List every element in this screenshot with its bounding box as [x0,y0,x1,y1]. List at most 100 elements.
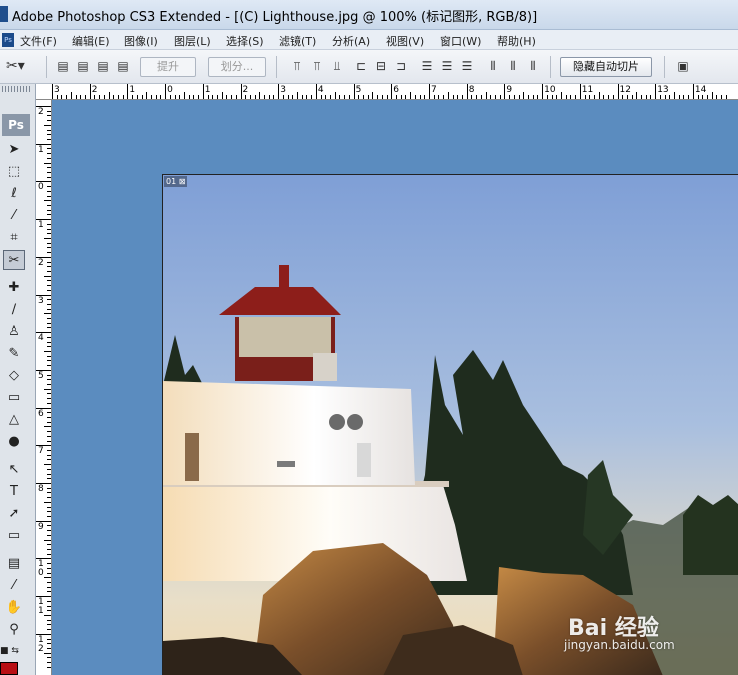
ruler-minor-tick [47,285,51,287]
align-left-icon[interactable]: ⊏ [352,59,370,74]
ruler-minor-tick [518,95,520,99]
distribute-left-icon[interactable]: ⦀ [484,59,502,74]
menu-window[interactable]: 窗口(W) [440,33,481,49]
ruler-label: 8 [38,484,44,494]
stack-down-icon[interactable]: ▤ [94,59,112,74]
type-tool-icon[interactable]: T [3,482,25,502]
toolbox-grip[interactable] [2,86,32,92]
align-top-icon[interactable]: ⫪ [288,59,306,74]
ruler-minor-tick [47,548,51,550]
ruler-label: 3 [280,85,286,95]
align-vcenter-icon[interactable]: ⫪ [308,59,326,74]
divide-slice-button[interactable]: 划分... [208,57,266,77]
lasso-tool-icon[interactable]: ℓ [3,184,25,204]
ruler-label: 4 [38,333,44,344]
ruler-major-tick [504,84,506,99]
menu-analysis[interactable]: 分析(A) [332,33,370,49]
distribute-bottom-icon[interactable]: ☰ [458,59,476,74]
dodge-tool-icon[interactable]: ● [3,432,25,452]
tool-preset-picker[interactable]: ✂▾ [6,58,36,76]
ruler-minor-tick [47,412,51,414]
menu-view[interactable]: 视图(V) [386,33,424,49]
distribute-vcenter-icon[interactable]: ☰ [438,59,456,74]
healing-brush-tool-icon[interactable]: ✚ [3,278,25,298]
horizontal-ruler[interactable]: 3 2 1 0 1 2 3 4 5 6 7 8 9 10 11 12 13 14 [36,84,738,100]
ruler-minor-tick [44,200,51,202]
ruler-minor-tick [146,92,148,99]
stack-up-icon[interactable]: ▤ [74,59,92,74]
direct-selection-tool-icon[interactable]: ➚ [3,504,25,524]
align-right-icon[interactable]: ⊐ [392,59,410,74]
ruler-minor-tick [47,176,51,178]
ruler-minor-tick [443,95,445,99]
ruler-minor-tick [179,95,181,99]
ruler-minor-tick [193,95,195,99]
ruler-minor-tick [122,95,124,99]
eraser-tool-icon[interactable]: ◇ [3,366,25,386]
marquee-tool-icon[interactable]: ⬚ [3,162,25,182]
align-hcenter-icon[interactable]: ⊟ [372,59,390,74]
ruler-minor-tick [47,515,51,517]
history-brush-tool-icon[interactable]: ✎ [3,344,25,364]
path-selection-tool-icon[interactable]: ↖ [3,460,25,480]
ruler-minor-tick [44,501,51,503]
ruler-minor-tick [47,610,51,612]
slice-select-tool-icon[interactable]: ✂ [3,250,25,270]
ruler-label: 7 [38,446,44,457]
menu-edit[interactable]: 编辑(E) [72,33,110,49]
ruler-minor-tick [150,95,152,99]
crop-tool-icon[interactable]: ⌗ [3,228,25,248]
ruler-minor-tick [669,95,671,99]
vertical-ruler[interactable]: 2101234567891 01 11 2 [36,100,52,675]
blur-tool-icon[interactable]: △ [3,410,25,430]
ruler-minor-tick [490,95,492,99]
hide-auto-slices-button[interactable]: 隐藏自动切片 [560,57,652,77]
ruler-minor-tick [645,95,647,99]
ruler-minor-tick [47,204,51,206]
ruler-minor-tick [485,92,487,99]
shape-tool-icon[interactable]: ▭ [3,526,25,546]
menu-help[interactable]: 帮助(H) [497,33,536,49]
magic-wand-tool-icon[interactable]: ⁄ [3,206,25,226]
swap-colors-icon[interactable]: ■ ⇆ [0,646,30,658]
menu-filter[interactable]: 滤镜(T) [279,33,316,49]
promote-button[interactable]: 提升 [140,57,196,77]
stack-bottom-icon[interactable]: ▤ [114,59,132,74]
brush-tool-icon[interactable]: ∕ [3,300,25,320]
ruler-minor-tick [245,95,247,99]
notes-tool-icon[interactable]: ▤ [3,554,25,574]
hand-tool-icon[interactable]: ✋ [3,598,25,618]
ruler-minor-tick [169,95,171,99]
ruler-minor-tick [47,431,51,433]
align-bottom-icon[interactable]: ⫫ [328,59,346,74]
ruler-minor-tick [523,92,525,99]
clone-stamp-tool-icon[interactable]: ♙ [3,322,25,342]
ruler-label: 6 [393,85,400,95]
ruler-minor-tick [44,275,51,277]
stack-top-icon[interactable]: ▤ [54,59,72,74]
menu-layer[interactable]: 图层(L) [174,33,211,49]
ruler-label: 3 [54,85,60,95]
ruler-minor-tick [47,233,51,235]
distribute-top-icon[interactable]: ☰ [418,59,436,74]
slice-options-icon[interactable]: ▣ [674,59,692,74]
menu-file[interactable]: 文件(F) [20,33,57,49]
ruler-minor-tick [452,95,454,99]
ruler-minor-tick [598,92,600,99]
ruler-minor-tick [405,95,407,99]
zoom-tool-icon[interactable]: ⚲ [3,620,25,640]
ruler-minor-tick [711,92,713,99]
menu-select[interactable]: 选择(S) [226,33,264,49]
eyedropper-tool-icon[interactable]: ⁄ [3,576,25,596]
ruler-minor-tick [44,162,51,164]
distribute-hcenter-icon[interactable]: ⦀ [504,59,522,74]
foreground-color-swatch[interactable] [0,662,18,675]
ruler-minor-tick [471,95,473,99]
slice-number-badge: 01 ⊠ [164,176,188,187]
menu-image[interactable]: 图像(I) [124,33,158,49]
move-tool-icon[interactable]: ➤ [3,140,25,160]
ps-menu-icon[interactable]: Ps [2,33,14,47]
gradient-tool-icon[interactable]: ▭ [3,388,25,408]
distribute-right-icon[interactable]: ⦀ [524,59,542,74]
title-bar: Adobe Photoshop CS3 Extended - [(C) Ligh… [0,0,738,30]
